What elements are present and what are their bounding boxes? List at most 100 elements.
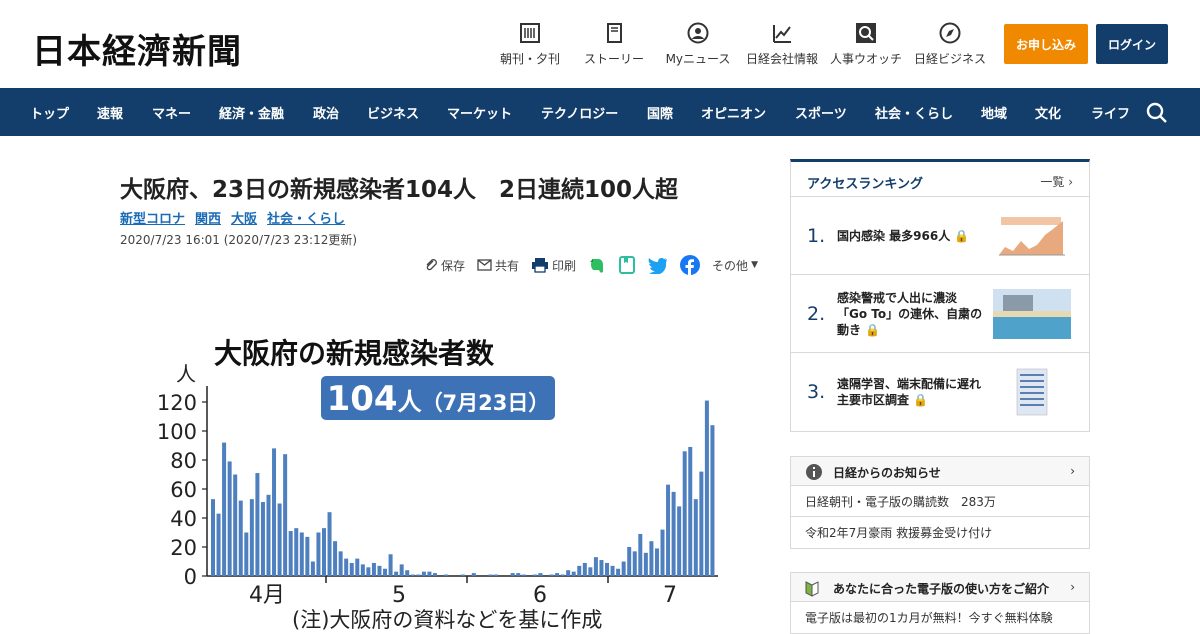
- nav-item[interactable]: 速報: [97, 103, 123, 122]
- guide-item[interactable]: 電子版は最初の1カ月が無料！今すぐ無料体験: [791, 602, 1089, 633]
- ranking-more-link[interactable]: 一覧 ›: [1040, 173, 1073, 190]
- badge-unit: 人: [398, 388, 422, 416]
- chart-bars: [211, 400, 715, 576]
- shortcut-nikkei-business[interactable]: 日経ビジネス: [908, 20, 992, 67]
- nikkei-notices: 日経からのお知らせ › 日経朝刊・電子版の購読数 283万 令和2年7月豪雨 救…: [790, 456, 1090, 549]
- share-bar: 保存 共有 印刷 その他 ▼: [424, 255, 770, 275]
- y-tick-label: 100: [157, 420, 197, 444]
- nav-item[interactable]: トップ: [30, 103, 69, 122]
- badge-value: 104: [327, 379, 398, 419]
- bar: [494, 574, 499, 576]
- nav-item[interactable]: 政治: [313, 103, 339, 122]
- ranking-item[interactable]: 3. 遠隔学習、端末配備に遅れ主要市区調査 🔒: [791, 353, 1089, 431]
- login-button[interactable]: ログイン: [1096, 24, 1168, 64]
- bar: [388, 554, 393, 576]
- bar: [593, 557, 598, 576]
- more-share-button[interactable]: その他 ▼: [712, 257, 758, 274]
- y-tick-label: 40: [170, 507, 197, 531]
- nav-item[interactable]: マネー: [152, 103, 191, 122]
- bar: [272, 448, 277, 576]
- subscribe-button[interactable]: お申し込み: [1004, 24, 1088, 64]
- nav-item[interactable]: ライフ: [1091, 103, 1130, 122]
- guide-title: あなたに合った電子版の使い方をご紹介: [833, 582, 1050, 596]
- mail-icon: [477, 259, 492, 271]
- y-tick-label: 20: [170, 536, 197, 560]
- tag-link[interactable]: 社会・くらし: [267, 208, 345, 227]
- bar: [416, 574, 421, 576]
- bar: [521, 574, 526, 576]
- nav-item[interactable]: テクノロジー: [541, 103, 618, 122]
- chevron-right-icon[interactable]: ›: [1070, 464, 1075, 478]
- bar: [410, 574, 415, 576]
- bar: [532, 574, 537, 576]
- chevron-right-icon[interactable]: ›: [1070, 580, 1075, 594]
- bar: [277, 503, 282, 576]
- lock-icon: 🔒: [954, 229, 970, 243]
- tag-link[interactable]: 関西: [195, 208, 221, 227]
- bar: [377, 565, 382, 576]
- notice-item[interactable]: 令和2年7月豪雨 救援募金受け付け: [791, 517, 1089, 548]
- bar: [538, 573, 543, 576]
- share-button[interactable]: 共有: [477, 257, 519, 274]
- search-icon[interactable]: [1145, 101, 1169, 125]
- bar: [654, 548, 659, 576]
- twitter-button[interactable]: [648, 257, 668, 274]
- month-label: 6: [533, 583, 547, 608]
- tag-link[interactable]: 新型コロナ: [120, 208, 185, 227]
- shortcut-company-info[interactable]: 日経会社情報: [740, 20, 824, 67]
- bar: [327, 512, 332, 576]
- shortcut-my-news[interactable]: Myニュース: [656, 20, 740, 67]
- usage-guide: あなたに合った電子版の使い方をご紹介 › 電子版は最初の1カ月が無料！今すぐ無料…: [790, 572, 1090, 634]
- evernote-icon: [590, 259, 604, 273]
- nav-item[interactable]: 文化: [1035, 103, 1061, 122]
- guide-header: あなたに合った電子版の使い方をご紹介 ›: [791, 573, 1089, 602]
- nav-item[interactable]: 地域: [981, 103, 1007, 122]
- bar: [399, 564, 404, 576]
- nav-item[interactable]: スポーツ: [795, 103, 847, 122]
- nav-item[interactable]: オピニオン: [701, 103, 766, 122]
- nav-item[interactable]: ビジネス: [367, 103, 419, 122]
- main-nav: トップ 速報 マネー 経済・金融 政治 ビジネス マーケット テクノロジー 国際 オピニオン スポー…: [0, 88, 1200, 136]
- bookmark-button[interactable]: [618, 256, 636, 274]
- bar: [710, 425, 715, 576]
- bar: [704, 400, 709, 576]
- topic-tags: 新型コロナ 関西 大阪 社会・くらし: [120, 208, 345, 227]
- nikkei-logo[interactable]: 日本経濟新聞: [32, 24, 242, 73]
- facebook-button[interactable]: [680, 255, 701, 275]
- bar: [693, 499, 698, 576]
- bar: [566, 570, 571, 576]
- user-icon: [687, 22, 709, 44]
- shortcut-morning-evening[interactable]: 朝刊・夕刊: [488, 20, 572, 67]
- chart-icon: [773, 25, 791, 43]
- bar: [255, 473, 260, 576]
- bar: [666, 484, 671, 576]
- bar: [427, 571, 432, 576]
- lock-icon: 🔒: [913, 393, 929, 407]
- bar: [432, 573, 437, 576]
- print-button[interactable]: 印刷: [531, 257, 576, 274]
- bar: [349, 562, 354, 576]
- y-tick-label: 120: [157, 391, 197, 415]
- ranking-item[interactable]: 2. 感染警戒で人出に濃淡「Go To」の連休、自粛の動き 🔒: [791, 275, 1089, 353]
- bar: [421, 571, 426, 576]
- nav-item[interactable]: 国際: [647, 103, 673, 122]
- nav-item[interactable]: 社会・くらし: [875, 103, 953, 122]
- month-label: 7: [663, 583, 677, 608]
- nav-item[interactable]: マーケット: [447, 103, 512, 122]
- bar: [321, 528, 326, 576]
- notice-item[interactable]: 日経朝刊・電子版の購読数 283万: [791, 486, 1089, 517]
- bar: [355, 558, 360, 576]
- notices-header: 日経からのお知らせ ›: [791, 457, 1089, 486]
- bar: [599, 560, 604, 576]
- bar: [260, 502, 265, 576]
- bar: [299, 532, 304, 576]
- shortcut-story[interactable]: ストーリー: [572, 20, 656, 67]
- shortcut-personnel-watch[interactable]: 人事ウオッチ: [824, 20, 908, 67]
- bar: [294, 528, 299, 576]
- tag-link[interactable]: 大阪: [231, 208, 257, 227]
- evernote-button[interactable]: [588, 256, 606, 274]
- ranking-item[interactable]: 1. 国内感染 最多966人 🔒: [791, 197, 1089, 275]
- save-button[interactable]: 保存: [424, 257, 465, 274]
- printer-icon: [532, 258, 549, 273]
- nav-item[interactable]: 経済・金融: [219, 103, 284, 122]
